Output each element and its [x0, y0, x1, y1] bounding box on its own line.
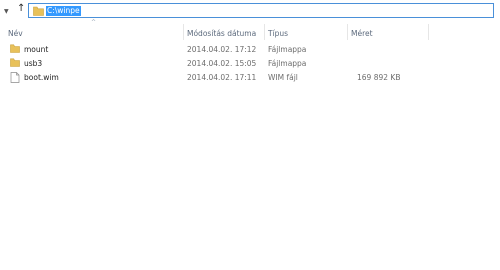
list-item[interactable]: usb3 2014.04.02. 15:05 Fájlmappa [0, 57, 500, 71]
recent-locations-dropdown-icon[interactable]: ▼ [4, 8, 9, 16]
file-name[interactable]: boot.wim [24, 73, 59, 83]
file-modified: 2014.04.02. 15:05 [187, 59, 257, 68]
column-header-type[interactable]: Típus [268, 29, 288, 38]
address-path-text[interactable]: C:\winpe [46, 6, 81, 16]
file-type: Fájlmappa [268, 45, 307, 54]
column-divider[interactable] [428, 24, 429, 40]
list-item[interactable]: mount 2014.04.02. 17:12 Fájlmappa [0, 43, 500, 57]
column-header-size[interactable]: Méret [351, 29, 373, 38]
file-type: Fájlmappa [268, 59, 307, 68]
folder-icon [10, 58, 20, 69]
up-arrow-icon[interactable]: ↑ [17, 4, 25, 14]
file-modified: 2014.04.02. 17:11 [187, 73, 257, 82]
address-bar[interactable]: C:\winpe [28, 3, 494, 18]
sort-ascending-icon: ^ [91, 19, 97, 26]
list-item[interactable]: boot.wim 2014.04.02. 17:11 WIM fájl 169 … [0, 71, 500, 85]
folder-icon [10, 44, 20, 55]
column-divider[interactable] [264, 24, 265, 40]
column-header-name[interactable]: Név [8, 29, 23, 38]
file-icon [10, 72, 20, 85]
file-size: 169 892 KB [357, 73, 401, 82]
column-divider[interactable] [183, 24, 184, 40]
file-name[interactable]: mount [24, 45, 48, 55]
file-modified: 2014.04.02. 17:12 [187, 45, 257, 54]
column-divider[interactable] [347, 24, 348, 40]
column-header-modified[interactable]: Módosítás dátuma [187, 29, 256, 38]
folder-icon [33, 6, 44, 18]
file-type: WIM fájl [268, 73, 298, 82]
file-name[interactable]: usb3 [24, 59, 42, 69]
